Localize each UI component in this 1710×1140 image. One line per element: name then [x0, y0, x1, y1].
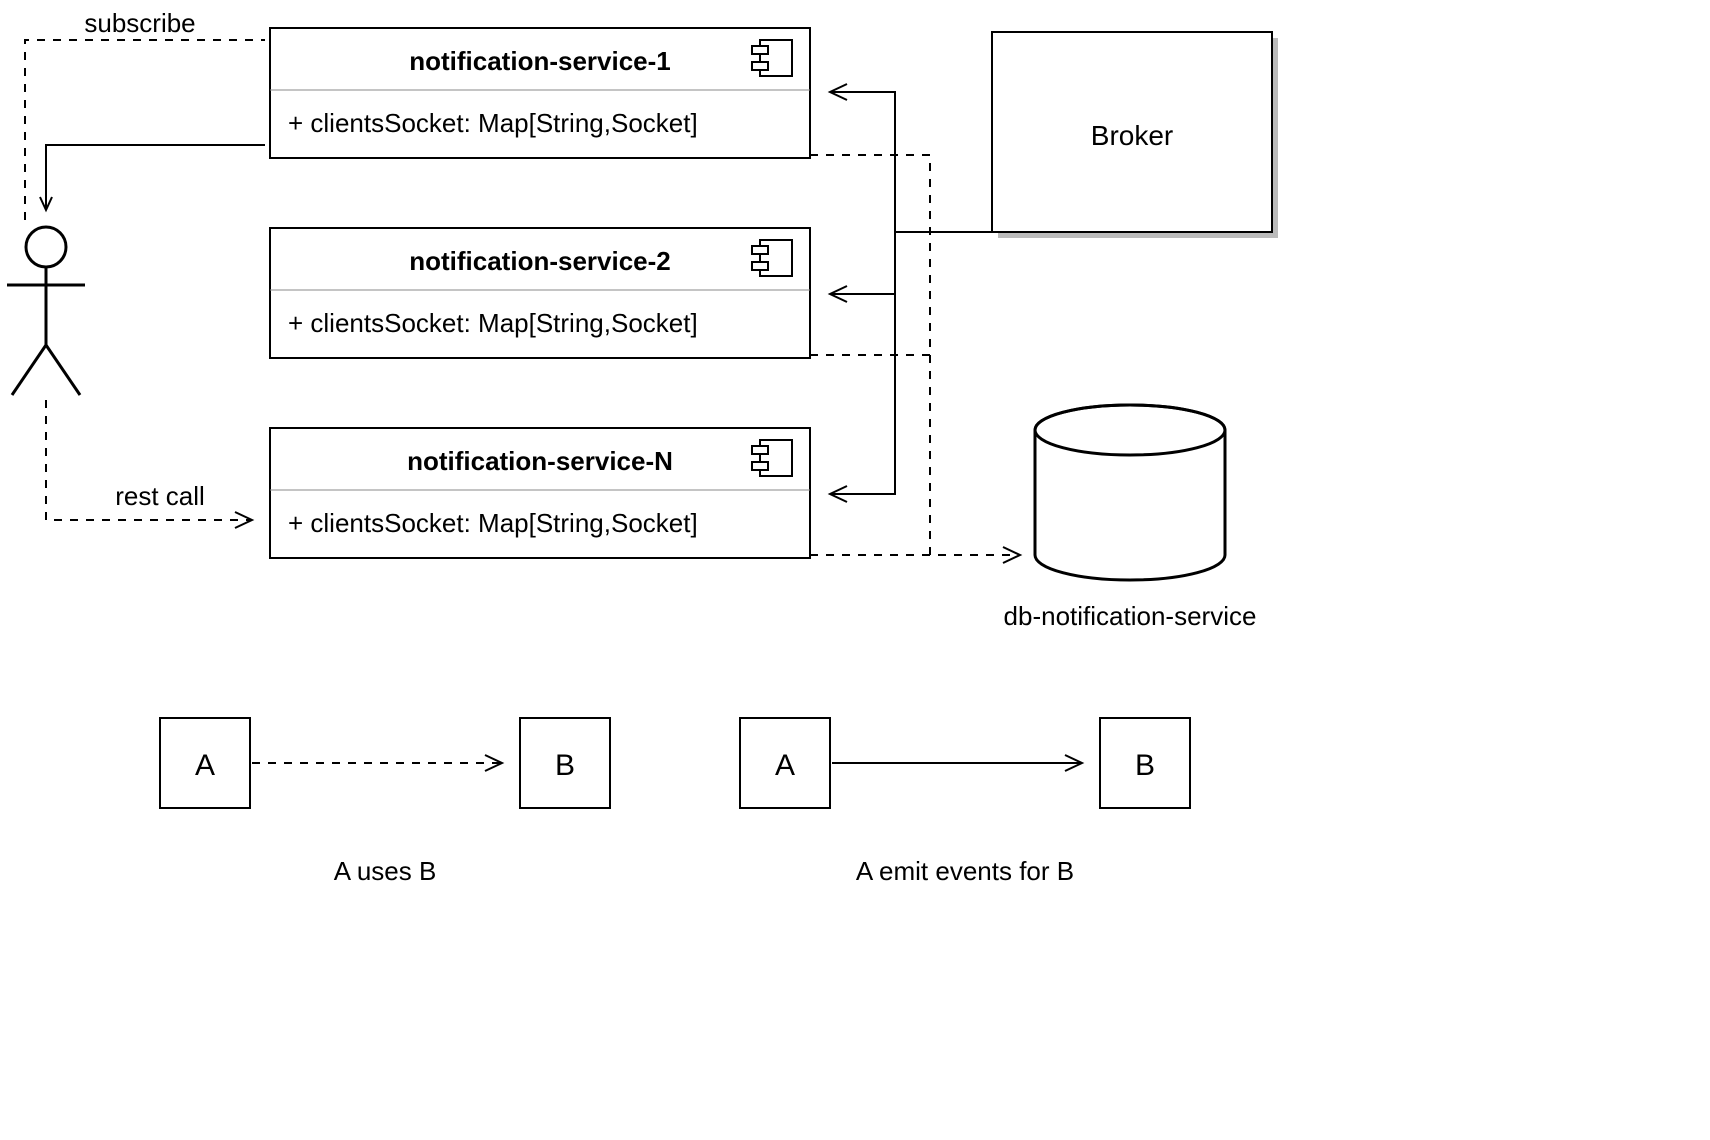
node-broker: Broker	[992, 32, 1278, 238]
service2-title: notification-service-2	[409, 246, 671, 276]
legend-b-2: B	[1135, 749, 1155, 782]
service1-attr: + clientsSocket: Map[String,Socket]	[288, 108, 698, 138]
db-title: db-notification-service	[1004, 601, 1257, 631]
legend-emits: A B A emit events for B	[740, 718, 1190, 886]
component-notification-service-1: notification-service-1 + clientsSocket: …	[270, 28, 810, 158]
legend-a-1: A	[195, 749, 215, 782]
legend-b-1: B	[555, 749, 575, 782]
actor-icon	[7, 227, 85, 395]
label-restcall: rest call	[115, 481, 205, 511]
broker-title: Broker	[1091, 120, 1173, 151]
component-notification-service-2: notification-service-2 + clientsSocket: …	[270, 228, 810, 358]
diagram-svg: notification-service-1 + clientsSocket: …	[0, 0, 1710, 1140]
serviceN-title: notification-service-N	[407, 446, 673, 476]
legend-uses: A B A uses B	[160, 718, 610, 886]
component-notification-service-n: notification-service-N + clientsSocket: …	[270, 428, 810, 558]
edge-subscribe	[25, 40, 265, 220]
label-subscribe: subscribe	[84, 8, 195, 38]
service1-title: notification-service-1	[409, 46, 671, 76]
serviceN-attr: + clientsSocket: Map[String,Socket]	[288, 508, 698, 538]
edge-broker-to-services	[830, 92, 992, 494]
legend-emits-caption: A emit events for B	[856, 856, 1074, 886]
service2-attr: + clientsSocket: Map[String,Socket]	[288, 308, 698, 338]
legend-a-2: A	[775, 749, 795, 782]
diagram-root: notification-service-1 + clientsSocket: …	[0, 0, 1710, 1140]
legend-uses-caption: A uses B	[334, 856, 437, 886]
node-database	[1035, 405, 1225, 580]
